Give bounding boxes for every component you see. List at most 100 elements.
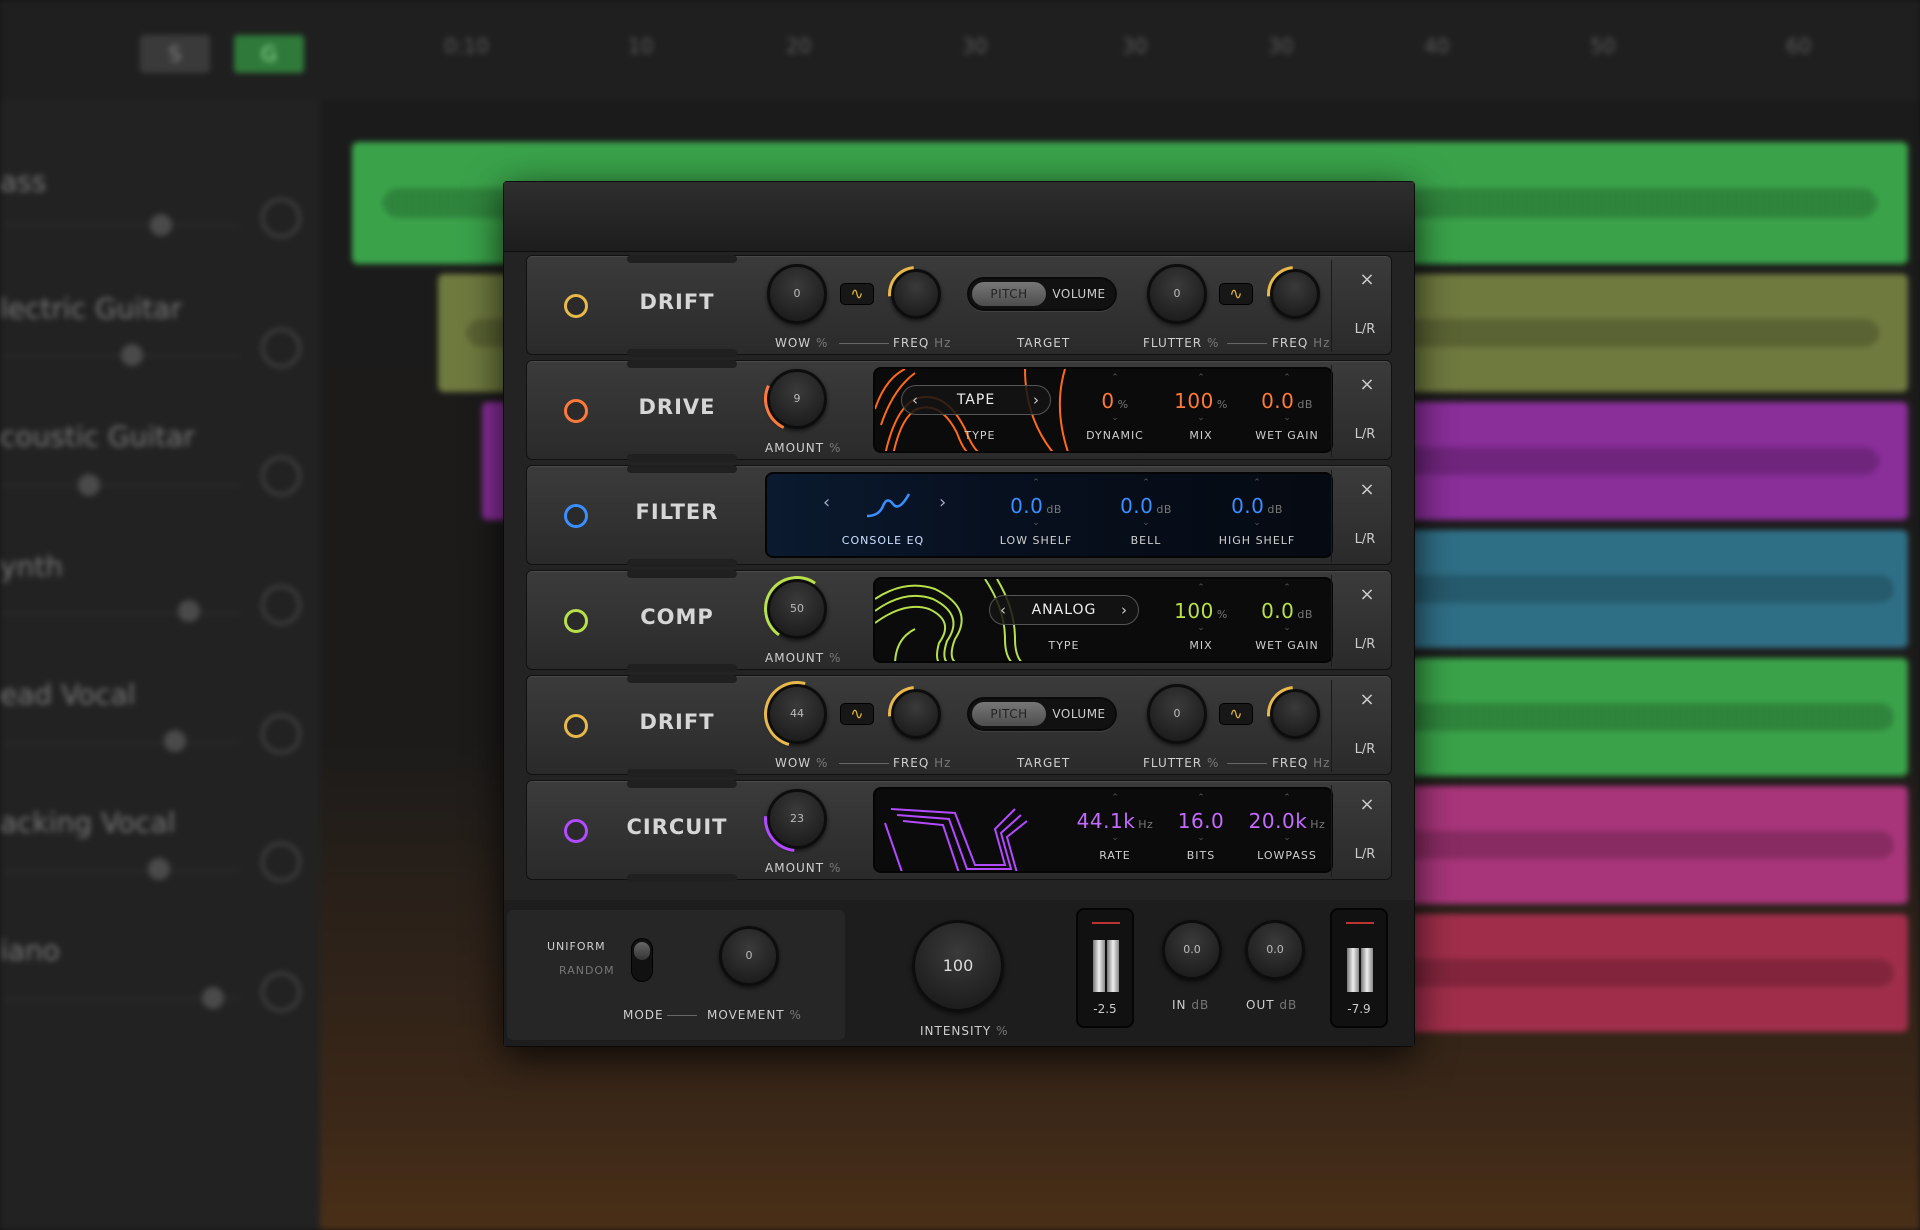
sine-wave-icon[interactable]: ∿ — [840, 283, 874, 305]
track-knob[interactable] — [261, 328, 301, 368]
track-knob[interactable] — [261, 972, 301, 1012]
freq-knob[interactable] — [876, 254, 956, 334]
movement-knob[interactable]: 0 — [719, 926, 779, 986]
power-led-icon[interactable] — [564, 504, 588, 528]
mode-switch[interactable] — [631, 938, 653, 982]
wow-knob[interactable]: 44 — [751, 668, 843, 760]
freq-knob[interactable] — [876, 674, 956, 754]
lr-toggle[interactable]: L/R — [1345, 847, 1385, 862]
type-label: TYPE — [1048, 639, 1080, 652]
circuit-graphic — [884, 808, 1028, 871]
low-shelf-value[interactable]: 0.0 dB — [986, 494, 1086, 518]
type-selector[interactable]: ‹ ANALOG › — [989, 595, 1139, 625]
close-icon[interactable]: × — [1357, 585, 1377, 605]
circuit-display: ⌃ 44.1k Hz ⌄ RATE ⌃ 16.0 ⌄ BITS ⌃ 20.0k Hz… — [873, 787, 1333, 873]
lr-toggle[interactable]: L/R — [1345, 742, 1385, 757]
amount-knob[interactable]: 9 — [754, 356, 840, 442]
dynamic-value[interactable]: 0% — [1065, 389, 1165, 413]
low-shelf-label: LOW SHELF — [999, 534, 1073, 547]
flutter-knob[interactable]: 0 — [1147, 264, 1207, 324]
close-icon[interactable]: × — [1357, 690, 1377, 710]
chevron-left-icon: ‹ — [912, 391, 919, 409]
timeline-marker: 30 — [1122, 34, 1148, 58]
sine-wave-icon[interactable]: ∿ — [1219, 283, 1253, 305]
intensity-knob[interactable]: 100 — [912, 920, 1004, 1012]
plugin-window: DRIFT 0 ∿ WOW % FREQ Hz PITCH VOLUME TARG… — [504, 182, 1414, 1046]
module-name: DRIFT — [639, 710, 715, 734]
module-name: CIRCUIT — [626, 815, 728, 839]
high-shelf-value[interactable]: 0.0 dB — [1207, 494, 1307, 518]
output-gain-knob[interactable]: 0.0 — [1245, 920, 1305, 980]
module-circuit: CIRCUIT 23 AMOUNT % ⌃ 44.1k Hz ⌄ RATE ⌃ 1… — [526, 772, 1392, 882]
comp-display: ‹ ANALOG › TYPE ⌃ 100% ⌄ MIX ⌃ 0.0 dB ⌄ WET… — [873, 577, 1333, 663]
track-knob[interactable] — [261, 714, 301, 754]
eq-curve-icon — [866, 493, 911, 518]
random-label: RANDOM — [559, 964, 615, 977]
wet-gain-label: WET GAIN — [1255, 429, 1319, 442]
solo-button[interactable]: S — [140, 35, 210, 73]
close-icon[interactable]: × — [1357, 795, 1377, 815]
mix-value[interactable]: 100% — [1151, 389, 1251, 413]
timeline-marker: 20 — [786, 34, 812, 58]
module-filter: FILTER ‹ › CONSOLE EQ ⌃ 0.0 dB ⌄ LOW SHEL… — [526, 465, 1392, 567]
type-label: TYPE — [964, 429, 996, 442]
track-name: ass — [0, 165, 47, 198]
close-icon[interactable]: × — [1357, 375, 1377, 395]
output-meter: -7.9 — [1330, 908, 1388, 1028]
bell-value[interactable]: 0.0 dB — [1096, 494, 1196, 518]
eq-type-label[interactable]: CONSOLE EQ — [827, 534, 939, 547]
type-selector[interactable]: ‹ TAPE › — [901, 385, 1051, 415]
target-toggle[interactable]: PITCH VOLUME — [967, 697, 1117, 731]
track-knob[interactable] — [261, 585, 301, 625]
track-name: ead Vocal — [0, 678, 136, 711]
close-icon[interactable]: × — [1357, 270, 1377, 290]
volume-option[interactable]: VOLUME — [1046, 282, 1112, 306]
lr-toggle[interactable]: L/R — [1345, 637, 1385, 652]
module-drive: DRIVE 9 AMOUNT % ‹ TAPE › TYPE ⌃ 0% ⌄ DYNA… — [526, 356, 1392, 462]
power-led-icon[interactable] — [564, 609, 588, 633]
lowpass-value[interactable]: 20.0k Hz — [1229, 809, 1331, 833]
sine-wave-icon[interactable]: ∿ — [840, 703, 874, 725]
chevron-right-icon[interactable]: › — [939, 492, 946, 513]
lr-toggle[interactable]: L/R — [1345, 322, 1385, 337]
mix-value[interactable]: 100% — [1151, 599, 1251, 623]
timeline-marker: 30 — [962, 34, 988, 58]
amount-knob[interactable]: 23 — [750, 772, 844, 866]
close-icon[interactable]: × — [1357, 480, 1377, 500]
in-label: IN dB — [1172, 998, 1210, 1012]
power-led-icon[interactable] — [564, 714, 588, 738]
flutter-knob[interactable]: 0 — [1147, 684, 1207, 744]
mode-label: MODE — [623, 1008, 664, 1022]
power-led-icon[interactable] — [564, 294, 588, 318]
chevron-left-icon[interactable]: ‹ — [823, 492, 830, 513]
freq-knob[interactable] — [1255, 674, 1335, 754]
chevron-right-icon: › — [1033, 391, 1040, 409]
module-name: COMP — [640, 605, 714, 629]
track-knob[interactable] — [261, 198, 301, 238]
amount-knob[interactable]: 50 — [758, 570, 836, 648]
volume-option[interactable]: VOLUME — [1046, 702, 1112, 726]
wet-gain-value[interactable]: 0.0 dB — [1237, 389, 1331, 413]
pitch-option[interactable]: PITCH — [972, 282, 1046, 306]
lr-toggle[interactable]: L/R — [1345, 532, 1385, 547]
pitch-option[interactable]: PITCH — [972, 702, 1046, 726]
freq-knob[interactable] — [1255, 254, 1335, 334]
track-knob[interactable] — [261, 842, 301, 882]
plugin-header[interactable] — [504, 182, 1414, 252]
track-list — [0, 100, 320, 1230]
amount-label: AMOUNT % — [765, 441, 842, 455]
wow-label: WOW % — [775, 756, 829, 770]
group-button[interactable]: G — [234, 35, 304, 73]
power-led-icon[interactable] — [564, 399, 588, 423]
power-led-icon[interactable] — [564, 819, 588, 843]
timeline-marker: 50 — [1590, 34, 1616, 58]
target-toggle[interactable]: PITCH VOLUME — [967, 277, 1117, 311]
sine-wave-icon[interactable]: ∿ — [1219, 703, 1253, 725]
wet-gain-value[interactable]: 0.0 dB — [1237, 599, 1331, 623]
wow-knob[interactable]: 0 — [767, 264, 827, 324]
module-comp: COMP 50 AMOUNT % ‹ ANALOG › TYPE ⌃ 100% ⌄ … — [526, 570, 1392, 672]
lr-toggle[interactable]: L/R — [1345, 427, 1385, 442]
target-label: TARGET — [1017, 336, 1071, 350]
track-knob[interactable] — [261, 456, 301, 496]
input-gain-knob[interactable]: 0.0 — [1162, 920, 1222, 980]
